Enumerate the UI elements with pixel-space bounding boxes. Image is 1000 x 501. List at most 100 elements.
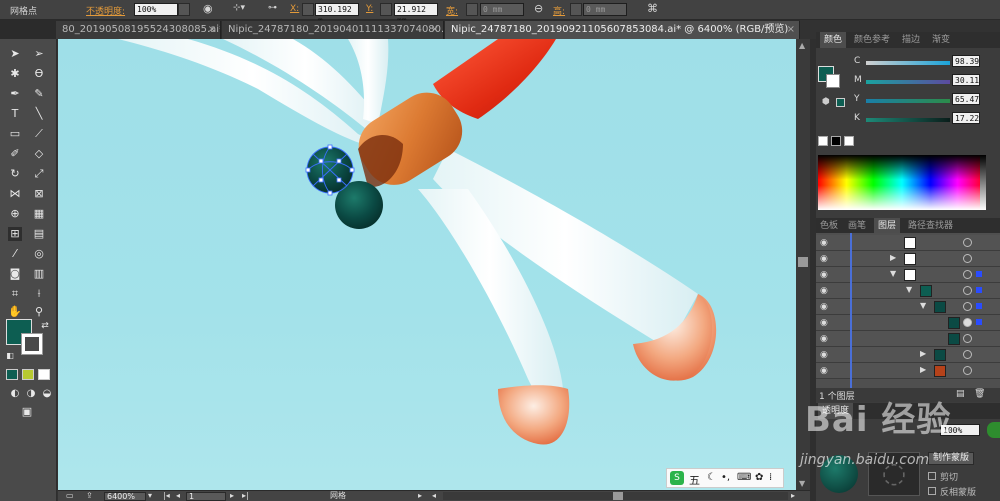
channel-m-slider[interactable] bbox=[866, 80, 950, 84]
scroll-up-icon[interactable]: ▲ bbox=[799, 41, 805, 50]
gamut-swatch[interactable] bbox=[836, 98, 845, 107]
channel-c-slider[interactable] bbox=[866, 61, 950, 65]
target-icon[interactable] bbox=[963, 270, 972, 279]
side-handle-icon[interactable] bbox=[987, 422, 1000, 438]
scroll-down-icon[interactable]: ▼ bbox=[799, 479, 805, 488]
selection-indicator[interactable] bbox=[976, 319, 982, 325]
visibility-eye-icon[interactable]: ◉ bbox=[820, 286, 828, 296]
default-colors-icon[interactable]: ◧ bbox=[3, 349, 17, 363]
invert-mask-checkbox[interactable] bbox=[928, 487, 936, 495]
slice-tool-icon[interactable]: ⟊ bbox=[32, 287, 46, 301]
draw-inside-icon[interactable]: ◒ bbox=[40, 387, 54, 401]
selection-tool-icon[interactable]: ➤ bbox=[8, 47, 22, 61]
layer-row[interactable]: ◉ bbox=[816, 235, 1000, 251]
target-icon[interactable] bbox=[963, 318, 972, 327]
rectangle-tool-icon[interactable]: ▭ bbox=[8, 127, 22, 141]
layer-row[interactable]: ◉ ▶ bbox=[816, 347, 1000, 363]
align-icon[interactable]: ⊶ bbox=[268, 3, 277, 13]
perspective-grid-tool-icon[interactable]: ▦ bbox=[32, 207, 46, 221]
tab-pathfinder[interactable]: 路径查找器 bbox=[904, 218, 957, 234]
tab-color-guide[interactable]: 颜色参考 bbox=[850, 32, 894, 48]
tab-document-2[interactable]: Nipic_24787180_20190401111337074080.ai* … bbox=[222, 21, 444, 39]
eraser-tool-icon[interactable]: ◇ bbox=[32, 147, 46, 161]
layer-row[interactable]: ◉ ▶ bbox=[816, 251, 1000, 267]
target-icon[interactable] bbox=[963, 302, 972, 311]
channel-c-input[interactable]: 98.39 bbox=[952, 55, 980, 67]
target-icon[interactable] bbox=[963, 334, 972, 343]
tab-stroke[interactable]: 描边 bbox=[898, 32, 924, 48]
ime-mode-label[interactable]: 五 bbox=[689, 472, 700, 488]
gradient-mode-icon[interactable] bbox=[22, 369, 34, 380]
lasso-tool-icon[interactable]: ϴ bbox=[32, 67, 46, 81]
draw-mode-icon[interactable]: ◐ bbox=[8, 387, 22, 401]
make-mask-button[interactable]: 制作蒙版 bbox=[928, 452, 975, 465]
opacity-input[interactable]: 100% bbox=[134, 3, 178, 16]
selection-indicator[interactable] bbox=[976, 303, 982, 309]
punctuation-icon[interactable]: •, bbox=[721, 472, 730, 483]
target-icon[interactable] bbox=[963, 350, 972, 359]
expand-icon[interactable]: ▶ bbox=[920, 349, 926, 358]
target-icon[interactable] bbox=[963, 254, 972, 263]
toolbox-icon[interactable]: ⁞ bbox=[769, 472, 772, 483]
close-icon[interactable]: × bbox=[431, 21, 439, 39]
none-mode-icon[interactable] bbox=[38, 369, 50, 380]
hand-tool-icon[interactable]: ✋ bbox=[8, 305, 22, 319]
target-icon[interactable] bbox=[963, 238, 972, 247]
opacity-dropdown-icon[interactable] bbox=[178, 3, 190, 16]
x-stepper[interactable] bbox=[302, 3, 314, 16]
swap-colors-icon[interactable]: ⇄ bbox=[38, 319, 52, 333]
y-stepper[interactable] bbox=[380, 3, 392, 16]
type-tool-icon[interactable]: T bbox=[8, 107, 22, 121]
x-input[interactable]: 310.192 m bbox=[315, 3, 359, 25]
selection-indicator[interactable] bbox=[976, 287, 982, 293]
column-graph-tool-icon[interactable]: ▥ bbox=[32, 267, 46, 281]
height-input[interactable]: 0 mm bbox=[583, 3, 627, 16]
target-icon[interactable] bbox=[963, 366, 972, 375]
close-icon[interactable]: × bbox=[787, 21, 795, 39]
layer-row[interactable]: ◉ ▼ bbox=[816, 283, 1000, 299]
close-icon[interactable]: × bbox=[208, 21, 216, 39]
hscroll-thumb[interactable] bbox=[613, 492, 623, 500]
collapse-icon[interactable]: ▼ bbox=[890, 269, 896, 278]
layer-row[interactable]: ◉ ▼ bbox=[816, 299, 1000, 315]
curvature-tool-icon[interactable]: ✎ bbox=[32, 87, 46, 101]
black-color-icon[interactable] bbox=[831, 136, 841, 146]
screen-mode-icon[interactable]: ▣ bbox=[20, 405, 34, 419]
artboard-tool-icon[interactable]: ⌗ bbox=[8, 287, 22, 301]
selection-indicator[interactable] bbox=[976, 271, 982, 277]
width-stepper[interactable] bbox=[466, 3, 478, 16]
line-tool-icon[interactable]: ╲ bbox=[32, 107, 46, 121]
skin-icon[interactable]: ✿ bbox=[755, 472, 763, 483]
width-input[interactable]: 0 mm bbox=[480, 3, 524, 16]
scale-tool-icon[interactable]: ⤢ bbox=[32, 167, 46, 181]
zoom-select[interactable]: 6400% bbox=[104, 492, 146, 501]
channel-k-slider[interactable] bbox=[866, 118, 950, 122]
visibility-eye-icon[interactable]: ◉ bbox=[820, 270, 828, 280]
link-icon[interactable]: ⊖ bbox=[534, 2, 543, 15]
magic-wand-tool-icon[interactable]: ✱ bbox=[8, 67, 22, 81]
dragonfly-artwork[interactable] bbox=[58, 39, 796, 490]
pen-tool-icon[interactable]: ✒ bbox=[8, 87, 22, 101]
gradient-tool-icon[interactable]: ▤ bbox=[32, 227, 46, 241]
scroll-thumb[interactable] bbox=[798, 257, 808, 267]
clip-checkbox[interactable] bbox=[928, 472, 936, 480]
hscroll-left-icon[interactable]: ◂ bbox=[432, 491, 436, 501]
direct-selection-tool-icon[interactable]: ➢ bbox=[32, 47, 46, 61]
paintbrush-tool-icon[interactable]: ⟋ bbox=[32, 127, 46, 141]
prev-page-icon[interactable]: ◂ bbox=[176, 491, 180, 501]
new-layer-icon[interactable]: ▤ bbox=[956, 389, 965, 399]
layer-row[interactable]: ◉ bbox=[816, 315, 1000, 331]
moon-icon[interactable]: ☾ bbox=[707, 472, 716, 483]
expand-icon[interactable]: ▶ bbox=[890, 253, 896, 262]
mesh-point-icon[interactable]: ⊹▾ bbox=[233, 3, 245, 13]
y-input[interactable]: 21.912 mm bbox=[394, 3, 438, 25]
tab-swatches[interactable]: 色板 bbox=[816, 218, 842, 234]
zoom-dropdown-icon[interactable]: ▾ bbox=[148, 491, 152, 501]
tab-gradient[interactable]: 渐变 bbox=[928, 32, 954, 48]
out-of-gamut-icon[interactable]: ⬢ bbox=[822, 97, 830, 107]
blend-tool-icon[interactable]: ◎ bbox=[32, 247, 46, 261]
first-page-icon[interactable]: |◂ bbox=[163, 491, 170, 501]
zoom-tool-icon[interactable]: ⚲ bbox=[32, 305, 46, 319]
mesh-tool-icon[interactable]: ⊞ bbox=[8, 227, 22, 241]
pencil-tool-icon[interactable]: ✐ bbox=[8, 147, 22, 161]
